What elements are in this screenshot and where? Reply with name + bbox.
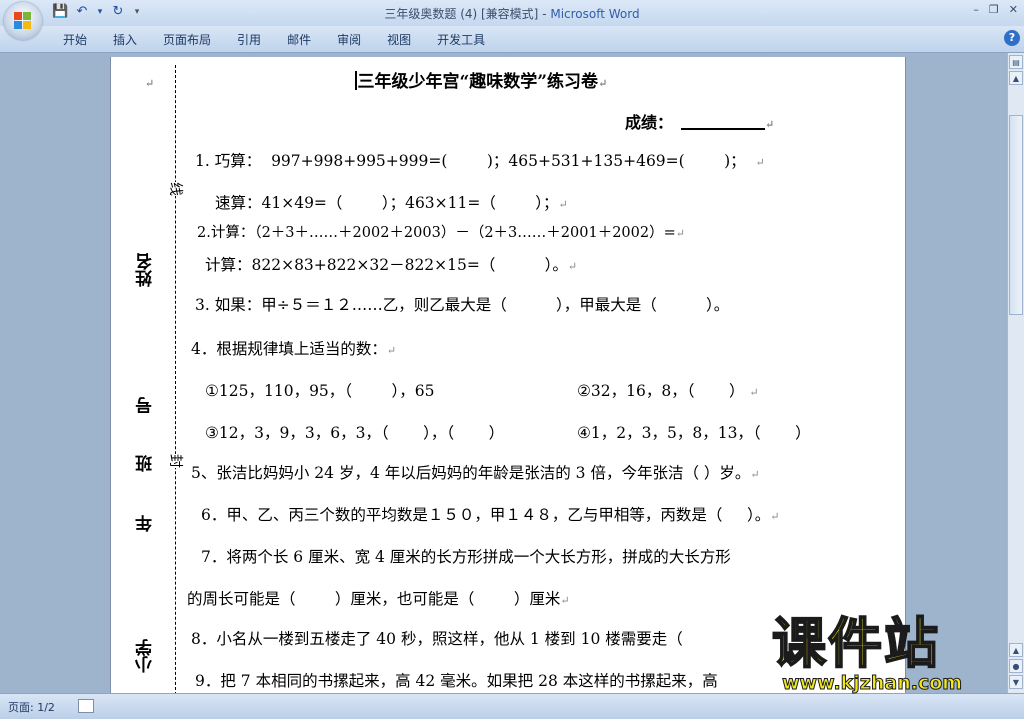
question-line: 的周长可能是（ ）厘米，也可能是（ ）厘米↵ — [187, 590, 570, 608]
tab-home[interactable]: 开始 — [50, 31, 100, 48]
tab-view[interactable]: 视图 — [374, 31, 424, 48]
browse-object-icon[interactable]: ● — [1009, 659, 1023, 673]
ribbon-tabs: 开始 插入 页面布局 引用 邮件 审阅 视图 开发工具 — [50, 31, 498, 48]
ribbon: 开始 插入 页面布局 引用 邮件 审阅 视图 开发工具 ? — [0, 26, 1024, 53]
next-page-icon[interactable]: ▼ — [1009, 675, 1023, 689]
app-name: Microsoft Word — [550, 7, 640, 21]
question-line: 3. 如果：甲÷５＝１２……乙，则乙最大是（ ），甲最大是（ ）。 — [195, 296, 730, 314]
class-label: 班 — [136, 455, 156, 472]
close-button[interactable]: ✕ — [1009, 3, 1018, 16]
document-workspace: ↵ 姓名 号 班 年 小学 线 封 三年级少年宫“趣味数学”练习卷↵ 成绩： ↵ … — [0, 53, 1008, 693]
question-line: ④1，2，3，5，8，13，（ ） — [577, 424, 811, 442]
paragraph-mark: ↵ — [598, 77, 608, 90]
question-line: ③12，3，9，3，6，3，（ ），（ ） — [205, 424, 505, 442]
vertical-scrollbar[interactable]: ▤ ▲ ▲ ● ▼ — [1007, 53, 1024, 693]
restore-button[interactable]: ❐ — [989, 3, 999, 16]
question-line: 7．将两个长 6 厘米、宽 4 厘米的长方形拼成一个大长方形，拼成的大长方形 — [201, 548, 731, 566]
window-controls: – ❐ ✕ — [973, 3, 1018, 16]
question-line: ①125，110，95，（ ），65 — [205, 382, 435, 400]
document-page[interactable]: ↵ 姓名 号 班 年 小学 线 封 三年级少年宫“趣味数学”练习卷↵ 成绩： ↵ … — [110, 57, 906, 693]
page-number-status[interactable]: 页面: 1/2 — [8, 699, 55, 715]
school-label: 小学 — [136, 639, 156, 673]
previous-page-icon[interactable]: ▲ — [1009, 643, 1023, 657]
score-line: 成绩： ↵ — [625, 109, 774, 133]
office-button[interactable] — [4, 2, 42, 40]
title-separator: - — [538, 7, 551, 21]
site-watermark: 课件站 www.kjzhan.com — [768, 612, 1008, 696]
text-cursor — [355, 71, 357, 90]
status-bar: 页面: 1/2 — [0, 693, 1024, 719]
question-line: 5、张洁比妈妈小 24 岁，4 年以后妈妈的年龄是张洁的 3 倍，今年张洁（ ）… — [191, 464, 760, 482]
binding-dashed-line — [175, 65, 176, 693]
question-line: 计算：822×83+822×32－822×15=（ ）。↵ — [205, 256, 578, 274]
minimize-button[interactable]: – — [973, 3, 979, 16]
paragraph-mark: ↵ — [145, 77, 155, 90]
score-label: 成绩： — [625, 113, 674, 132]
document-name: 三年级奥数题 (4) [兼容模式] — [384, 7, 539, 21]
question-line: 9．把 7 本相同的书摞起来，高 42 毫米。如果把 28 本这样的书摞起来，高 — [195, 672, 718, 690]
tab-developer[interactable]: 开发工具 — [424, 31, 498, 48]
office-logo-icon — [14, 12, 32, 30]
scroll-up-icon[interactable]: ▲ — [1009, 71, 1023, 85]
question-line: 2.计算：（2＋3＋……＋2002＋2003）－（2＋3……＋2001＋2002… — [197, 225, 685, 241]
tab-review[interactable]: 审阅 — [324, 31, 374, 48]
tab-mailings[interactable]: 邮件 — [274, 31, 324, 48]
line-seal-mark: 线 — [166, 182, 186, 196]
question-line: 1. 巧算： 997+998+995+999=( )；465+531+135+4… — [195, 152, 765, 170]
question-line: 速算：41×49=（ ）；463×11=（ ）；↵ — [215, 194, 568, 212]
number-label: 号 — [136, 397, 156, 414]
document-title-text: 三年级少年宫“趣味数学”练习卷 — [357, 72, 599, 92]
window-title: 三年级奥数题 (4) [兼容模式] - Microsoft Word — [0, 5, 1024, 22]
question-line: 4．根据规律填上适当的数：↵ — [191, 340, 397, 358]
scroll-thumb[interactable] — [1009, 115, 1023, 315]
title-bar: 💾 ↶ ▾ ↻ ▾ 三年级奥数题 (4) [兼容模式] - Microsoft … — [0, 0, 1024, 26]
ruler-toggle-icon[interactable]: ▤ — [1009, 55, 1023, 69]
tab-page-layout[interactable]: 页面布局 — [150, 31, 224, 48]
watermark-logo-text: 课件站 — [771, 612, 940, 675]
tab-insert[interactable]: 插入 — [100, 31, 150, 48]
proofing-icon[interactable] — [78, 699, 94, 713]
document-title[interactable]: 三年级少年宫“趣味数学”练习卷↵ — [355, 67, 607, 92]
tab-references[interactable]: 引用 — [224, 31, 274, 48]
question-line: 8．小名从一楼到五楼走了 40 秒，照这样，他从 1 楼到 10 楼需要走（ — [191, 630, 683, 648]
watermark-url: www.kjzhan.com — [781, 672, 963, 695]
seal-mark: 封 — [166, 454, 186, 468]
question-line: 6．甲、乙、丙三个数的平均数是１５０，甲１４８，乙与甲相等，丙数是（ ）。↵ — [201, 506, 780, 524]
grade-label: 年 — [136, 515, 156, 532]
paragraph-mark: ↵ — [765, 118, 775, 131]
name-label: 姓名 — [136, 253, 156, 287]
question-line: ②32，16，8，（ ） ↵ — [577, 382, 759, 400]
score-blank — [681, 128, 766, 130]
help-icon[interactable]: ? — [1004, 30, 1020, 46]
